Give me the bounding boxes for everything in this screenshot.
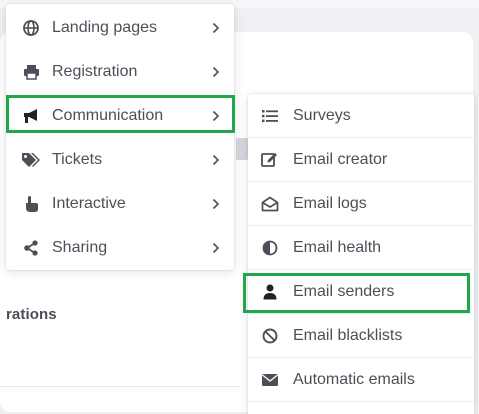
- menu-item-label: Registration: [52, 63, 138, 80]
- share-icon: [21, 238, 41, 258]
- envelope-open-icon: [259, 194, 281, 214]
- submenu-item-label: Email blacklists: [293, 326, 403, 344]
- menu-item-interactive[interactable]: Interactive: [6, 182, 234, 226]
- menu-item-communication[interactable]: Communication: [6, 94, 234, 138]
- submenu-item-label: Email creator: [293, 150, 388, 168]
- menu-item-sharing[interactable]: Sharing: [6, 226, 234, 270]
- menu-item-label: Landing pages: [52, 19, 157, 36]
- menu-item-registration[interactable]: Registration: [6, 50, 234, 94]
- submenu-item-label: Email logs: [293, 194, 367, 212]
- menu-item-tickets[interactable]: Tickets: [6, 138, 234, 182]
- adjust-icon: [259, 238, 281, 258]
- printer-icon: [21, 62, 41, 82]
- submenu-item-label: Automatic emails: [293, 370, 415, 388]
- submenu-item-email-health[interactable]: Email health: [248, 226, 474, 270]
- communication-submenu: Surveys Email creator Email logs Email h…: [248, 94, 474, 414]
- submenu-item-label: Email health: [293, 238, 382, 256]
- menu-item-label: Communication: [52, 107, 164, 124]
- submenu-item-automatic-emails[interactable]: Automatic emails: [248, 358, 474, 402]
- chevron-right-icon: [210, 239, 222, 257]
- user-icon: [259, 282, 281, 302]
- globe-icon: [21, 18, 41, 38]
- menu-item-landing-pages[interactable]: Landing pages: [6, 6, 234, 50]
- submenu-item-email-blacklists[interactable]: Email blacklists: [248, 314, 474, 358]
- background-element: [236, 138, 248, 160]
- hand-pointer-icon: [21, 194, 41, 214]
- ban-icon: [259, 326, 281, 346]
- list-icon: [259, 106, 281, 126]
- submenu-item-label: Email senders: [293, 282, 395, 300]
- chevron-right-icon: [210, 63, 222, 81]
- menu-item-label: Sharing: [52, 239, 108, 256]
- chevron-right-icon: [210, 195, 222, 213]
- submenu-item-email-senders[interactable]: Email senders: [248, 270, 474, 314]
- submenu-item-label: Surveys: [293, 106, 351, 124]
- background-section-heading: rations: [6, 306, 57, 323]
- tags-icon: [21, 150, 41, 170]
- chevron-right-icon: [210, 151, 222, 169]
- edit-icon: [259, 150, 281, 170]
- menu-item-label: Interactive: [52, 195, 126, 212]
- submenu-item-email-creator[interactable]: Email creator: [248, 138, 474, 182]
- main-menu: Landing pages Registration Communication: [6, 4, 234, 270]
- submenu-item-email-logs[interactable]: Email logs: [248, 182, 474, 226]
- background-divider: [0, 386, 240, 387]
- megaphone-icon: [21, 106, 41, 126]
- chevron-right-icon: [210, 19, 222, 37]
- chevron-right-icon: [210, 107, 222, 125]
- envelope-icon: [259, 370, 281, 390]
- menu-item-label: Tickets: [52, 151, 103, 168]
- submenu-item-surveys[interactable]: Surveys: [248, 94, 474, 138]
